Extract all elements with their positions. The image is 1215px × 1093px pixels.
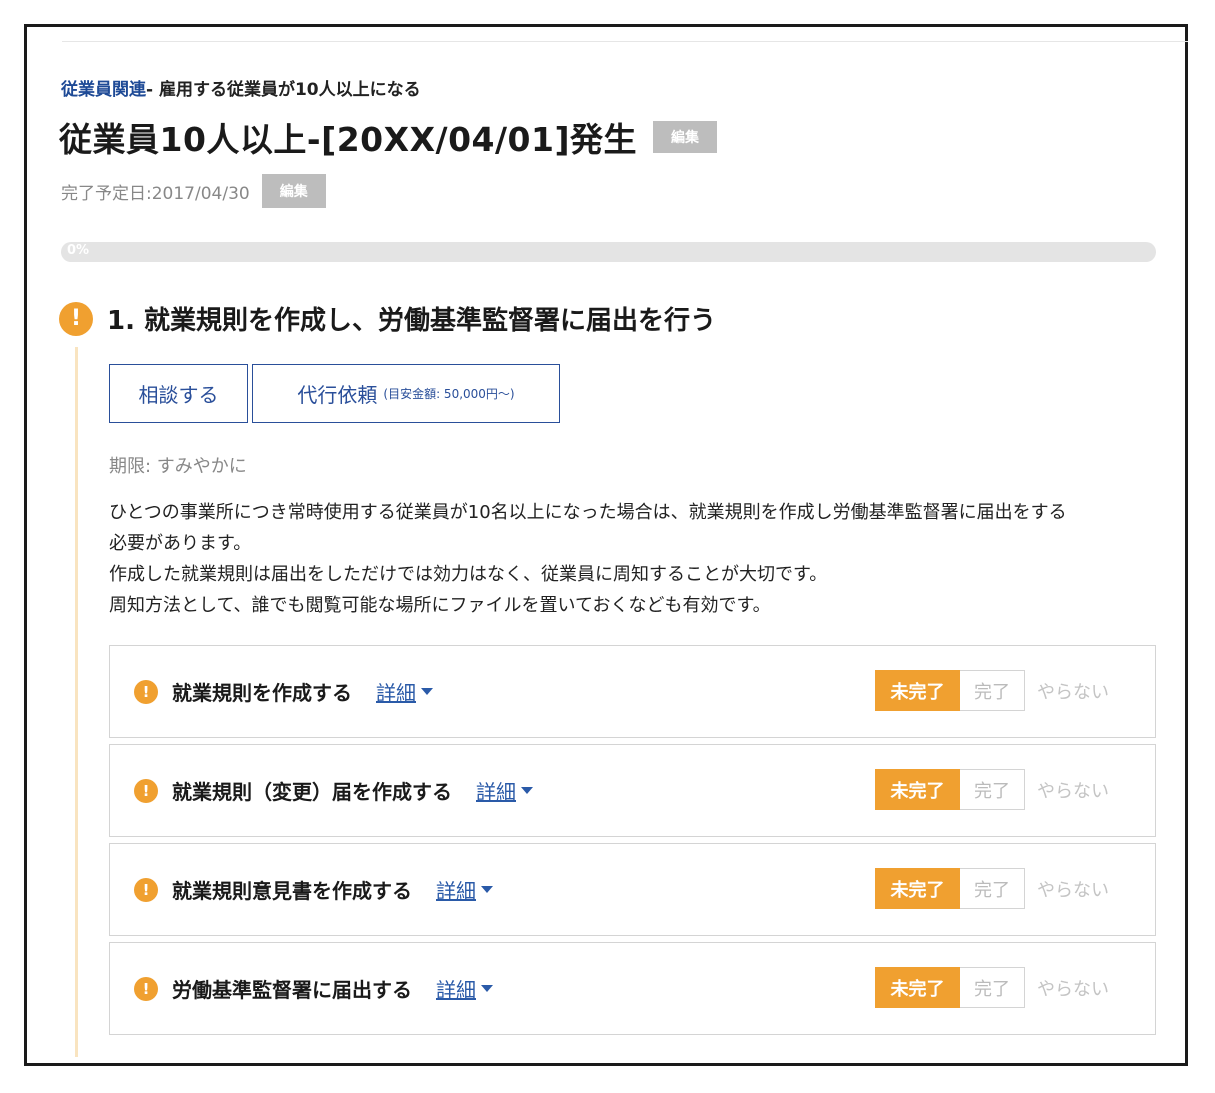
edit-due-date-button[interactable]: 編集 <box>261 174 326 208</box>
section-title: 1. 就業規則を作成し、労働基準監督署に届出を行う <box>107 306 717 336</box>
status-skip-button[interactable]: やらない <box>1025 678 1121 704</box>
edit-title-button[interactable]: 編集 <box>653 121 718 153</box>
caret-down-icon <box>481 985 493 992</box>
task-name: 就業規則を作成する <box>172 681 352 705</box>
exclamation-icon: ! <box>134 778 158 803</box>
deadline-text: 期限: すみやかに <box>109 456 247 477</box>
status-toggle: 未完了 完了 やらない <box>875 670 1121 711</box>
status-undone-button[interactable]: 未完了 <box>875 769 960 810</box>
status-undone-button[interactable]: 未完了 <box>875 868 960 909</box>
detail-label: 詳細 <box>376 681 416 705</box>
caret-down-icon <box>421 688 433 695</box>
section-description: ひとつの事業所につき常時使用する従業員が10名以上になった場合は、就業規則を作成… <box>109 497 1159 621</box>
task-item: ! 就業規則意見書を作成する 詳細 未完了 完了 やらない <box>109 843 1156 936</box>
breadcrumb: 従業員関連- 雇用する従業員が10人以上になる <box>61 75 421 100</box>
caret-down-icon <box>521 787 533 794</box>
status-toggle: 未完了 完了 やらない <box>875 967 1121 1008</box>
detail-toggle[interactable]: 詳細 <box>476 776 533 805</box>
status-done-button[interactable]: 完了 <box>960 769 1025 810</box>
status-done-button[interactable]: 完了 <box>960 868 1025 909</box>
task-name: 就業規則意見書を作成する <box>172 879 412 903</box>
exclamation-icon: ! <box>134 877 158 902</box>
detail-label: 詳細 <box>436 978 476 1002</box>
title-row: 従業員10人以上-[20XX/04/01]発生 編集 <box>59 113 718 161</box>
proxy-request-button[interactable]: 代行依頼 (目安金額: 50,000円〜) <box>252 364 560 423</box>
section-timeline-line <box>75 347 78 1057</box>
detail-label: 詳細 <box>436 879 476 903</box>
top-divider <box>62 41 1188 42</box>
description-line: 必要があります。 <box>109 533 252 554</box>
proxy-price-note: (目安金額: 50,000円〜) <box>383 387 515 401</box>
consult-button-label: 相談する <box>138 383 219 407</box>
task-item: ! 就業規則（変更）届を作成する 詳細 未完了 完了 やらない <box>109 744 1156 837</box>
exclamation-icon: ! <box>59 301 93 336</box>
detail-label: 詳細 <box>476 780 516 804</box>
breadcrumb-subtitle: - 雇用する従業員が10人以上になる <box>146 80 421 100</box>
section-header: ! 1. 就業規則を作成し、労働基準監督署に届出を行う <box>59 300 716 337</box>
task-list: ! 就業規則を作成する 詳細 未完了 完了 やらない ! 就業規則（変更）届を作… <box>109 645 1156 1041</box>
status-done-button[interactable]: 完了 <box>960 967 1025 1008</box>
page-title: 従業員10人以上-[20XX/04/01]発生 <box>59 120 638 159</box>
status-toggle: 未完了 完了 やらない <box>875 868 1121 909</box>
due-date: 完了予定日:2017/04/30 <box>61 183 250 204</box>
detail-toggle[interactable]: 詳細 <box>436 974 493 1003</box>
exclamation-icon: ! <box>134 679 158 704</box>
description-line: 周知方法として、誰でも閲覧可能な場所にファイルを置いておくなども有効です。 <box>109 595 771 616</box>
breadcrumb-category[interactable]: 従業員関連 <box>61 80 146 100</box>
progress-bar: 0% <box>61 242 1156 262</box>
status-undone-button[interactable]: 未完了 <box>875 967 960 1008</box>
status-undone-button[interactable]: 未完了 <box>875 670 960 711</box>
proxy-button-label: 代行依頼 <box>297 383 378 407</box>
status-done-button[interactable]: 完了 <box>960 670 1025 711</box>
status-skip-button[interactable]: やらない <box>1025 975 1121 1001</box>
due-date-row: 完了予定日:2017/04/30 編集 <box>61 174 326 208</box>
task-item: ! 就業規則を作成する 詳細 未完了 完了 やらない <box>109 645 1156 738</box>
consult-button[interactable]: 相談する <box>109 364 248 423</box>
description-line: 作成した就業規則は届出をしただけでは効力はなく、従業員に周知することが大切です。 <box>109 564 828 585</box>
status-toggle: 未完了 完了 やらない <box>875 769 1121 810</box>
task-name: 就業規則（変更）届を作成する <box>172 780 452 804</box>
exclamation-icon: ! <box>134 976 158 1001</box>
action-buttons: 相談する 代行依頼 (目安金額: 50,000円〜) <box>109 364 560 423</box>
status-skip-button[interactable]: やらない <box>1025 876 1121 902</box>
description-line: ひとつの事業所につき常時使用する従業員が10名以上になった場合は、就業規則を作成… <box>109 502 1067 523</box>
caret-down-icon <box>481 886 493 893</box>
status-skip-button[interactable]: やらない <box>1025 777 1121 803</box>
detail-toggle[interactable]: 詳細 <box>376 677 433 706</box>
task-item: ! 労働基準監督署に届出する 詳細 未完了 完了 やらない <box>109 942 1156 1035</box>
progress-label: 0% <box>67 243 90 258</box>
page-frame: 従業員関連- 雇用する従業員が10人以上になる 従業員10人以上-[20XX/0… <box>24 24 1188 1066</box>
task-name: 労働基準監督署に届出する <box>172 978 412 1002</box>
detail-toggle[interactable]: 詳細 <box>436 875 493 904</box>
